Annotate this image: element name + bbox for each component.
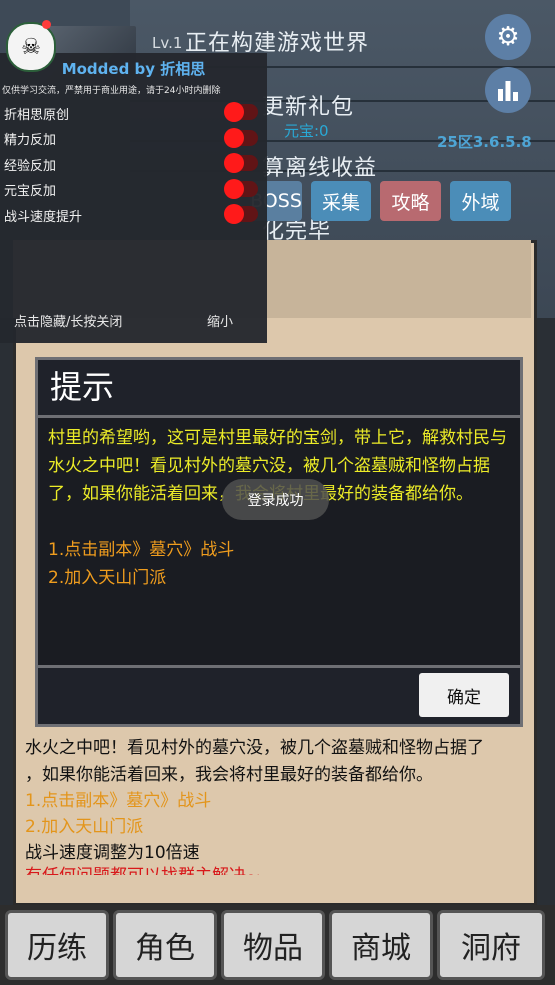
bar-chart-icon[interactable] xyxy=(485,67,531,113)
dialog-title: 提示 xyxy=(50,368,115,406)
log-line: 水火之中吧！看见村外的墓穴没，被几个盗墓贼和怪物占据了 xyxy=(25,738,484,758)
option-label: 精力反加 xyxy=(4,133,57,148)
nav-items[interactable]: 物品 xyxy=(221,910,325,980)
guide-button[interactable]: 攻略 xyxy=(380,181,441,221)
nav-shop[interactable]: 商城 xyxy=(329,910,433,980)
minimize-button[interactable]: 缩小 xyxy=(207,311,233,330)
mod-title: Modded by 折相思 xyxy=(61,60,206,78)
option-label: 战斗速度提升 xyxy=(4,210,83,225)
gather-button[interactable]: 采集 xyxy=(311,181,371,221)
option-label: 经验反加 xyxy=(4,159,57,174)
nav-training[interactable]: 历练 xyxy=(5,910,109,980)
nav-character[interactable]: 角色 xyxy=(113,910,217,980)
notification-dot xyxy=(42,20,51,29)
log-line: 有任何问题都可以找群主解决~ xyxy=(25,861,260,875)
option-toggle[interactable] xyxy=(224,128,258,148)
dialog-step: 1.点击副本》墓穴》战斗 xyxy=(48,540,235,560)
mod-disclaimer: 仅供学习交流，严禁用于商业用途，请于24小时内删除 xyxy=(2,86,221,96)
option-label: 折相思原创 xyxy=(4,108,70,123)
log-step: 2.加入天山门派 xyxy=(25,817,144,837)
level-label: Lv.1 xyxy=(152,34,183,52)
gift-label[interactable]: 更新礼包 xyxy=(262,89,354,121)
option-toggle[interactable] xyxy=(224,179,258,199)
server-label: 25区3.6.5.8 xyxy=(437,133,532,151)
nav-cave[interactable]: 洞府 xyxy=(437,910,545,980)
gear-icon[interactable]: ⚙ xyxy=(485,14,531,60)
option-toggle[interactable] xyxy=(224,204,258,224)
dialog-step: 2.加入天山门派 xyxy=(48,568,167,588)
hide-close-button[interactable]: 点击隐藏/长按关闭 xyxy=(14,311,122,330)
confirm-button[interactable]: 确定 xyxy=(419,673,509,717)
outer-realm-button[interactable]: 外域 xyxy=(450,181,511,221)
yuanbao-counter: 元宝:0 xyxy=(284,122,329,140)
log-line: 战斗速度调整为10倍速 xyxy=(25,843,200,863)
log-line: ，如果你能活着回来，我会将村里最好的装备都给你。 xyxy=(25,765,433,785)
toast: 登录成功 xyxy=(222,479,329,520)
option-label: 元宝反加 xyxy=(4,184,57,199)
option-toggle[interactable] xyxy=(224,153,258,173)
option-toggle[interactable] xyxy=(224,102,258,122)
offline-earnings[interactable]: 算离线收益 xyxy=(262,150,377,182)
log-step: 1.点击副本》墓穴》战斗 xyxy=(25,791,212,811)
